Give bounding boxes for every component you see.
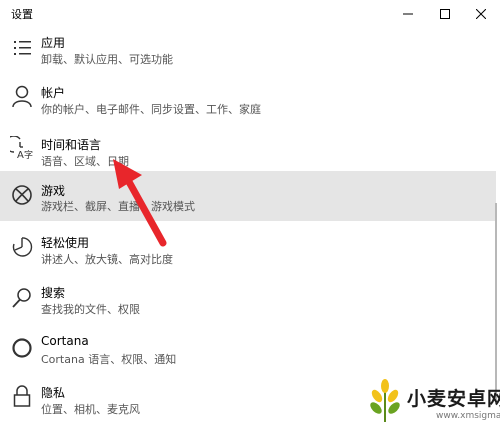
settings-item-ease-of-access[interactable]: 轻松使用 讲述人、放大镜、高对比度 [0, 230, 496, 280]
settings-item-desc: 你的帐户、电子邮件、同步设置、工作、家庭 [41, 103, 261, 116]
ease-of-access-icon [10, 235, 34, 259]
settings-item-cortana[interactable]: Cortana Cortana 语言、权限、通知 [0, 330, 496, 380]
svg-text:A: A [17, 150, 24, 160]
person-icon [10, 84, 34, 108]
settings-item-desc: 语音、区域、日期 [41, 155, 129, 168]
settings-item-name: Cortana [41, 334, 89, 348]
minimize-button[interactable] [388, 0, 428, 28]
apps-list-icon [10, 36, 34, 60]
watermark-text: 小麦安卓网 [407, 388, 500, 410]
minimize-icon [403, 13, 413, 15]
settings-item-name: 帐户 [41, 86, 66, 100]
cortana-ring-icon [10, 336, 34, 360]
maximize-icon [440, 9, 450, 19]
scrollbar[interactable] [495, 203, 497, 403]
lock-icon [10, 384, 34, 408]
title-bar: 设置 [0, 0, 500, 28]
settings-item-search[interactable]: 搜索 查找我的文件、权限 [0, 280, 496, 330]
settings-item-desc: 查找我的文件、权限 [41, 303, 140, 316]
settings-item-name: 时间和语言 [41, 138, 102, 152]
search-icon [10, 286, 34, 310]
settings-item-desc: Cortana 语言、权限、通知 [41, 353, 177, 366]
close-button[interactable] [461, 0, 500, 28]
time-language-icon: A 字 [10, 136, 34, 160]
xbox-icon [10, 183, 34, 207]
settings-item-accounts[interactable]: 帐户 你的帐户、电子邮件、同步设置、工作、家庭 [0, 80, 496, 130]
watermark-url: www.xmsigma.com [436, 411, 500, 421]
wheat-logo-icon [370, 379, 400, 422]
settings-item-apps[interactable]: 应用 卸载、默认应用、可选功能 [0, 30, 496, 80]
settings-item-name: 游戏 [41, 184, 66, 198]
settings-item-name: 隐私 [41, 386, 66, 400]
settings-item-name: 轻松使用 [41, 236, 90, 250]
settings-item-name: 搜索 [41, 286, 66, 300]
settings-item-desc: 卸载、默认应用、可选功能 [41, 53, 173, 66]
settings-item-name: 应用 [41, 36, 66, 50]
close-icon [476, 9, 486, 19]
watermark: 小麦安卓网 www.xmsigma.com [362, 376, 500, 427]
settings-list: 应用 卸载、默认应用、可选功能 帐户 你的帐户、电子邮件、同步设置、工作、家庭 … [0, 28, 500, 427]
settings-item-desc: 游戏栏、截屏、直播、游戏模式 [41, 200, 195, 213]
settings-item-desc: 位置、相机、麦克风 [41, 403, 140, 416]
window-title: 设置 [11, 8, 33, 21]
maximize-button[interactable] [425, 0, 465, 28]
settings-item-gaming[interactable]: 游戏 游戏栏、截屏、直播、游戏模式 [0, 171, 496, 221]
svg-text:字: 字 [24, 149, 33, 160]
settings-item-desc: 讲述人、放大镜、高对比度 [41, 253, 173, 266]
